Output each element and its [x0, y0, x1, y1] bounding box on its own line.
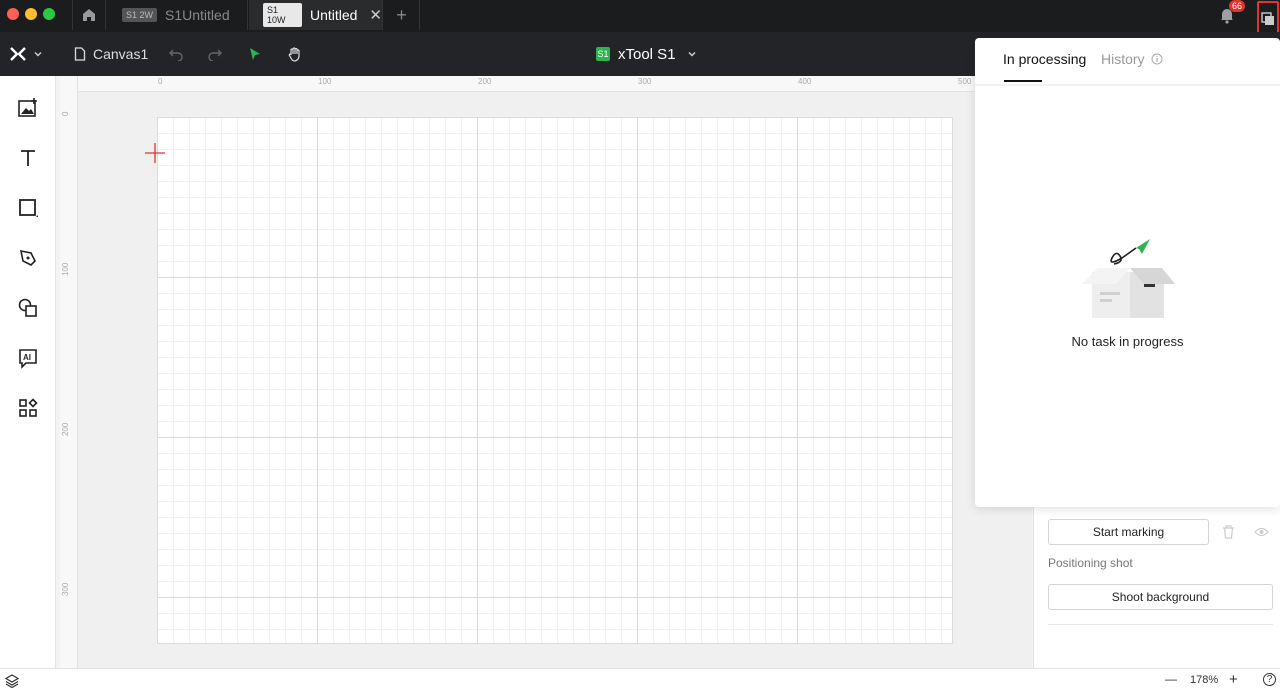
redo-button[interactable] [207, 32, 223, 76]
document-icon [74, 47, 86, 61]
elements-button[interactable] [14, 294, 42, 322]
ruler-tick-label: 100 [318, 77, 332, 86]
tab-device-badge: S1 10W [263, 3, 302, 27]
ruler-tick-label: 300 [638, 77, 652, 86]
text-tool-button[interactable] [14, 144, 42, 172]
trash-icon[interactable] [1222, 525, 1235, 539]
undo-icon [169, 49, 183, 61]
zoom-out-button[interactable]: — [1165, 672, 1177, 686]
positioning-shot-label: Positioning shot [1048, 556, 1133, 570]
empty-box-icon [1082, 239, 1175, 318]
chevron-down-icon [688, 51, 696, 57]
active-tab-indicator [1004, 80, 1042, 82]
add-image-icon [18, 98, 37, 117]
close-tab-icon[interactable]: ✕ [369, 6, 382, 24]
ruler-tick-label: 200 [61, 422, 70, 436]
tab-s1untitled[interactable]: S1 2W S1Untitled [108, 0, 248, 30]
canvas-selector[interactable]: Canvas1 [74, 32, 148, 76]
apps-button[interactable] [14, 394, 42, 422]
device-badge: S1 [596, 47, 610, 61]
notification-count-badge: 66 [1229, 0, 1246, 12]
home-tab[interactable] [72, 0, 106, 30]
tab-title: S1Untitled [165, 7, 230, 23]
select-tool-button[interactable] [248, 32, 262, 76]
new-tab-button[interactable]: + [384, 0, 420, 30]
tab-history-label: History [1101, 51, 1145, 67]
processing-popover: In processing History No task in progres… [975, 38, 1280, 507]
cursor-arrow-icon [250, 48, 260, 60]
ruler-tick-label: 300 [61, 582, 70, 596]
status-bar: — 178% + ? [0, 668, 1280, 692]
canvas-name: Canvas1 [93, 46, 149, 62]
redo-icon [208, 49, 222, 61]
laser-crosshair-icon [145, 143, 165, 163]
device-name: xTool S1 [618, 45, 676, 63]
shape-tool-button[interactable] [14, 194, 42, 222]
horizontal-ruler: 0 100 200 300 400 500 [78, 76, 974, 92]
tab-in-processing[interactable]: In processing [1003, 51, 1086, 67]
undo-button[interactable] [168, 32, 184, 76]
title-bar: S1 2W S1Untitled S1 10W Untitled ✕ + 66 [0, 0, 1280, 36]
start-marking-button[interactable]: Start marking [1048, 519, 1209, 545]
zoom-in-button[interactable]: + [1229, 671, 1238, 688]
left-tool-sidebar: AI [0, 76, 56, 668]
ruler-tick-label: 500 [958, 77, 972, 86]
zoom-level[interactable]: 178% [1190, 674, 1218, 686]
task-panel-toggle-button[interactable] [1257, 1, 1279, 36]
tab-device-badge: S1 2W [122, 8, 158, 22]
ruler-tick-label: 0 [158, 77, 163, 86]
square-icon [19, 199, 38, 217]
vertical-ruler: 0 100 200 300 [60, 76, 78, 668]
work-area-grid[interactable] [157, 117, 953, 644]
eye-icon[interactable] [1254, 526, 1269, 538]
tab-history[interactable]: History [1101, 51, 1163, 67]
pen-tool-button[interactable] [14, 244, 42, 272]
pan-tool-button[interactable] [287, 32, 303, 76]
ruler-tick-label: 100 [61, 262, 70, 276]
app-menu-button[interactable] [10, 32, 44, 76]
pen-icon [19, 249, 36, 266]
apps-grid-icon [19, 398, 38, 417]
shapes-icon [18, 298, 37, 317]
close-window-button[interactable] [7, 8, 19, 20]
shoot-background-button[interactable]: Shoot background [1048, 584, 1273, 610]
xtool-logo-icon [10, 47, 26, 61]
home-icon [83, 9, 95, 21]
help-button[interactable]: ? [1263, 673, 1276, 686]
ai-tool-button[interactable]: AI [14, 344, 42, 372]
maximize-window-button[interactable] [43, 8, 55, 20]
text-icon [21, 150, 35, 166]
ai-chat-icon: AI [19, 349, 37, 369]
tab-title: Untitled [309, 7, 358, 23]
ruler-tick-label: 200 [478, 77, 492, 86]
svg-text:AI: AI [23, 353, 31, 362]
minimize-window-button[interactable] [25, 8, 37, 20]
chevron-down-icon [34, 51, 42, 57]
info-icon [1151, 53, 1163, 65]
empty-state-message: No task in progress [1071, 334, 1184, 349]
hand-icon [288, 47, 300, 62]
divider [975, 84, 1280, 86]
layers-icon[interactable] [5, 674, 19, 688]
device-selector[interactable]: S1 xTool S1 [596, 32, 698, 76]
ruler-tick-label: 0 [61, 111, 70, 116]
tab-untitled-active[interactable]: S1 10W Untitled ✕ [249, 0, 383, 30]
ruler-tick-label: 400 [798, 77, 812, 86]
divider [1048, 624, 1273, 625]
add-image-button[interactable] [14, 94, 42, 122]
stacked-windows-icon [1261, 11, 1274, 25]
